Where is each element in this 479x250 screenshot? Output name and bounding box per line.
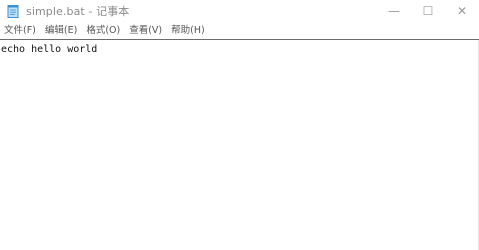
notepad-document-icon [6,4,20,18]
menu-file[interactable]: 文件(F) [0,22,41,39]
window-controls: — ☐ ✕ [377,0,479,22]
menu-format[interactable]: 格式(O) [82,22,125,39]
menu-help[interactable]: 帮助(H) [167,22,210,39]
menu-bar: 文件(F) 编辑(E) 格式(O) 查看(V) 帮助(H) [0,22,479,39]
notepad-window: simple.bat - 记事本 — ☐ ✕ 文件(F) 编辑(E) 格式(O)… [0,0,479,250]
close-icon: ✕ [456,4,468,18]
close-button[interactable]: ✕ [445,0,479,22]
maximize-button[interactable]: ☐ [411,0,445,22]
title-bar[interactable]: simple.bat - 记事本 — ☐ ✕ [0,0,479,22]
menu-edit[interactable]: 编辑(E) [41,22,82,39]
editor-content: echo hello world [1,44,98,55]
text-editor-area[interactable]: echo hello world [0,40,479,250]
window-title: simple.bat - 记事本 [26,5,130,18]
minimize-button[interactable]: — [377,0,411,22]
maximize-icon: ☐ [422,4,434,18]
menu-view[interactable]: 查看(V) [125,22,167,39]
minimize-icon: — [388,4,400,18]
